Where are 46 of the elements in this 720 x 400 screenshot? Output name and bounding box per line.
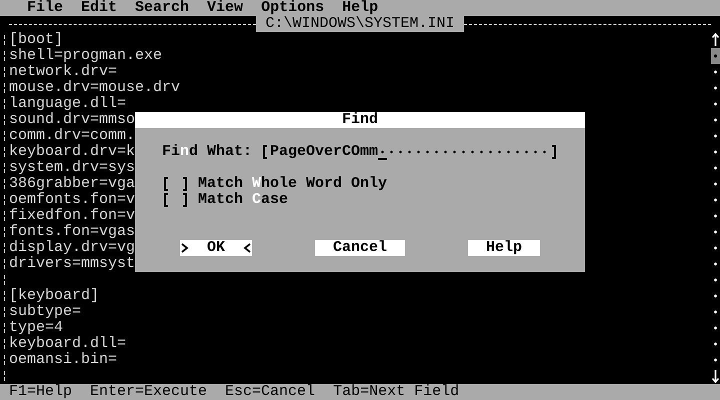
menu-item[interactable]: View <box>207 0 244 16</box>
text-line: language.dll= <box>9 95 126 112</box>
text-line: [keyboard] <box>9 287 100 304</box>
text-line: 386grabber=vga <box>9 175 136 192</box>
ok-button[interactable]: OK <box>180 240 252 256</box>
text-line: [boot] <box>9 31 64 48</box>
text-line: network.drv= <box>9 63 118 80</box>
option-label[interactable]: Match Whole Word Only <box>198 176 388 192</box>
field-label: Find What: <box>162 144 254 160</box>
menu-item[interactable]: Search <box>135 0 190 16</box>
text-line: shell=progman.exe <box>9 47 162 64</box>
text-line: subtype= <box>9 303 82 320</box>
key-hint: Esc=Cancel <box>225 384 316 400</box>
text-line: comm.drv=comm. <box>9 127 136 144</box>
key-hint: Tab=Next Field <box>333 384 460 400</box>
down-arrow-icon <box>711 368 720 384</box>
text-line: mouse.drv=mouse.drv <box>9 79 180 96</box>
text-line: drivers=mmsyst <box>9 255 136 272</box>
text-line: fixedfon.fon=v <box>9 207 136 224</box>
text-line: keyboard.dll= <box>9 335 126 352</box>
menu-item[interactable]: Options <box>261 0 324 16</box>
key-hint: Enter=Execute <box>90 384 208 400</box>
scroll-bar[interactable] <box>711 32 720 384</box>
menu-item[interactable]: File <box>27 0 64 16</box>
text-line: type=4 <box>9 319 64 336</box>
checkbox[interactable] <box>162 176 189 192</box>
bracket-icon <box>261 144 270 160</box>
up-arrow-icon <box>711 32 720 48</box>
bracket-icon <box>549 144 558 160</box>
text-line: oemfonts.fon=v <box>9 191 136 208</box>
menu-item[interactable]: Edit <box>81 0 118 16</box>
cancel-button[interactable]: Cancel <box>315 240 405 256</box>
menu-item[interactable]: Help <box>342 0 378 16</box>
dialog-title: Find <box>135 112 585 128</box>
text-line: system.drv=sys <box>9 159 136 176</box>
text-line: sound.drv=mmso <box>9 111 136 128</box>
option-label[interactable]: Match Case <box>198 192 288 208</box>
help-button[interactable]: Help <box>468 240 540 256</box>
checkbox[interactable] <box>162 192 189 208</box>
key-hint: F1=Help <box>9 384 72 400</box>
text-line: fonts.fon=vgas <box>9 223 136 240</box>
text-line: display.drv=vg <box>9 239 136 256</box>
text-line: oemansi.bin= <box>9 351 118 368</box>
document-title: C:\WINDOWS\SYSTEM.INI <box>256 16 464 32</box>
scroll-thumb[interactable] <box>711 48 720 64</box>
text-line: keyboard.drv=k <box>9 143 136 160</box>
